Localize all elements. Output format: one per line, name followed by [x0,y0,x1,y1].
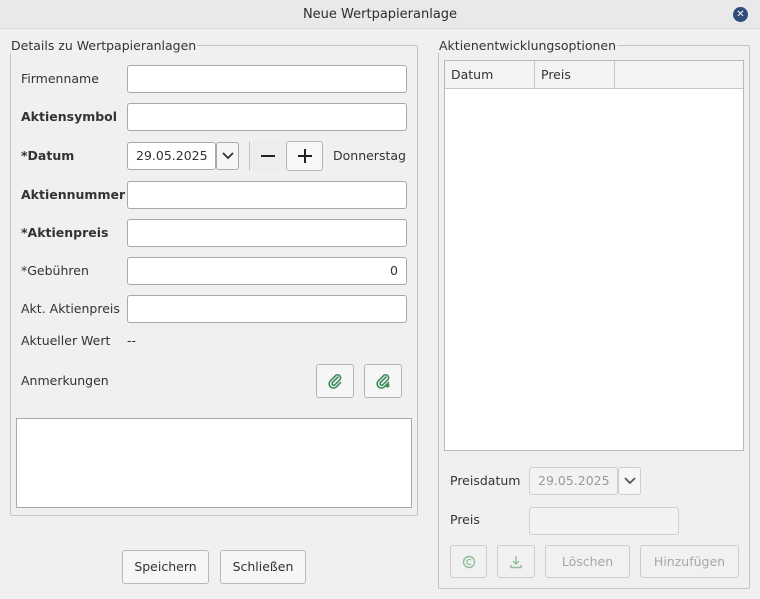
aktiensymbol-input[interactable] [127,103,407,131]
preis-input[interactable] [529,507,679,535]
column-header-datum[interactable]: Datum [445,61,535,89]
anmerkungen-label: Anmerkungen [21,373,109,388]
preisdatum-dropdown-button[interactable] [618,467,641,495]
gebuehren-label: *Gebühren [21,263,89,278]
akt-aktienpreis-label: Akt. Aktienpreis [21,301,120,316]
refresh-currency-icon [462,555,475,568]
stepper-divider [249,141,250,171]
preisdatum-label: Preisdatum [450,473,521,488]
close-icon[interactable]: ✕ [733,7,748,22]
preis-label: Preis [450,512,480,527]
delete-button[interactable]: Löschen [545,545,630,578]
chevron-down-icon [221,152,234,160]
date-decrement-button[interactable] [251,141,285,171]
title-bar: Neue Wertpapieranlage ✕ [0,0,760,29]
datum-input[interactable]: 29.05.2025 [127,142,216,170]
aktueller-wert-label: Aktueller Wert [21,333,111,348]
datum-dropdown-button[interactable] [216,142,239,170]
table-header: Datum Preis [445,61,743,89]
add-button[interactable]: Hinzufügen [640,545,739,578]
aktienpreis-label: *Aktienpreis [21,225,109,240]
attach-file-button[interactable] [316,364,354,398]
save-button[interactable]: Speichern [122,550,209,584]
chevron-down-icon [623,477,636,485]
preisdatum-input[interactable]: 29.05.2025 [529,467,618,495]
datum-weekday: Donnerstag [333,148,406,163]
firmenname-label: Firmenname [21,71,99,86]
datum-label: *Datum [21,148,75,163]
download-icon [510,555,522,568]
fetch-price-button[interactable] [450,545,487,578]
anmerkungen-textarea[interactable] [16,418,412,508]
minus-icon [261,155,275,157]
price-table[interactable]: Datum Preis [444,60,744,451]
attachment-link-button[interactable] [364,364,402,398]
window-title: Neue Wertpapieranlage [302,7,458,22]
plus-icon [297,149,312,163]
aktueller-wert-value: -- [127,333,137,348]
paperclip-icon [328,374,342,389]
date-increment-button[interactable] [286,141,323,171]
details-group-legend: Details zu Wertpapieranlagen [11,38,197,53]
paperclip-link-icon [376,374,390,389]
column-header-preis[interactable]: Preis [535,61,615,89]
aktiennummer-input[interactable] [127,181,407,209]
firmenname-input[interactable] [127,65,407,93]
akt-aktienpreis-input[interactable] [127,295,407,323]
download-button[interactable] [497,545,535,578]
gebuehren-input[interactable]: 0 [127,257,407,285]
aktiennummer-label: Aktiennummer [21,187,126,202]
aktienpreis-input[interactable] [127,219,407,247]
close-button[interactable]: Schließen [220,550,306,584]
aktiensymbol-label: Aktiensymbol [21,109,118,124]
options-group-legend: Aktienentwicklungsoptionen [439,38,617,53]
